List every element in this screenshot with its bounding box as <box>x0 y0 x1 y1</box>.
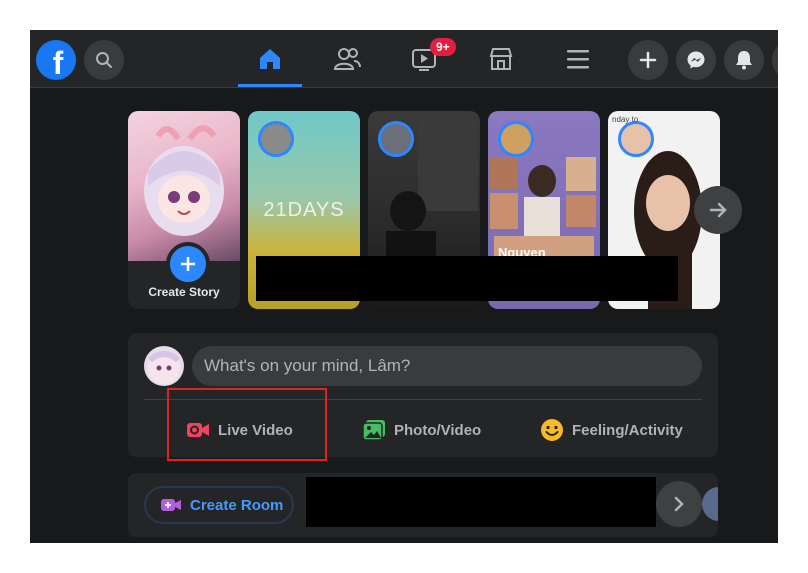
whats-on-your-mind-input[interactable]: What's on your mind, Lâm? <box>192 346 702 386</box>
create-room-button[interactable]: Create Room <box>144 486 294 524</box>
facebook-logo-letter: f <box>52 44 64 81</box>
tab-home[interactable] <box>238 30 302 87</box>
search-button[interactable] <box>84 40 124 80</box>
video-camera-plus-icon <box>161 499 181 511</box>
facebook-logo[interactable]: f <box>36 40 76 81</box>
stories-next-button[interactable] <box>694 186 742 234</box>
tab-menu[interactable] <box>546 30 610 87</box>
photo-video-button[interactable]: Photo/Video <box>362 411 481 449</box>
avatar[interactable] <box>144 346 184 386</box>
plus-icon <box>181 257 195 271</box>
notifications-button[interactable] <box>724 40 764 80</box>
arrow-right-icon <box>709 202 727 218</box>
tab-marketplace[interactable] <box>469 30 533 87</box>
create-room-label: Create Room <box>190 496 284 514</box>
feeling-activity-label: Feeling/Activity <box>572 421 683 439</box>
feeling-activity-button[interactable]: Feeling/Activity <box>540 411 683 449</box>
create-button[interactable] <box>628 40 668 80</box>
story-caption: 21DAYS <box>263 199 345 221</box>
rooms-bar: Create Room <box>128 473 718 537</box>
chevron-right-icon <box>674 496 684 512</box>
room-participant-avatar[interactable] <box>702 487 718 521</box>
photo-video-icon <box>362 420 385 441</box>
plus-icon <box>639 51 657 69</box>
search-icon <box>96 52 112 68</box>
redacted-block <box>256 256 678 301</box>
home-icon <box>260 48 280 69</box>
smiley-icon <box>541 419 563 441</box>
tab-friends[interactable] <box>315 30 379 87</box>
friends-icon <box>333 47 361 70</box>
story-author-avatar <box>498 121 534 157</box>
messenger-icon <box>687 51 705 69</box>
story-author-avatar <box>258 121 294 157</box>
hamburger-menu-icon <box>567 49 589 68</box>
add-story-button[interactable] <box>166 242 210 286</box>
messenger-button[interactable] <box>676 40 716 80</box>
highlight-box <box>167 388 327 461</box>
photo-video-label: Photo/Video <box>394 421 482 439</box>
facebook-app: f 9+ Create Story 21DAYS Nguyen nday to … <box>30 30 778 543</box>
account-button[interactable] <box>772 40 778 80</box>
bell-icon <box>736 51 752 70</box>
watch-notification-badge: 9+ <box>430 38 456 56</box>
create-story-card[interactable]: Create Story <box>128 111 240 309</box>
anime-avatar-image <box>144 125 224 236</box>
story-author-avatar <box>618 121 654 157</box>
stories-tray: Create Story 21DAYS Nguyen nday to <box>128 111 742 311</box>
rooms-next-button[interactable] <box>656 481 702 527</box>
create-story-profile-photo <box>128 111 240 261</box>
redacted-block <box>306 477 656 527</box>
top-navigation-bar: f 9+ <box>30 30 778 88</box>
marketplace-icon <box>489 47 513 70</box>
avatar-image <box>148 351 180 384</box>
story-caption: nday to <box>612 115 639 124</box>
create-story-label: Create Story <box>148 285 220 299</box>
